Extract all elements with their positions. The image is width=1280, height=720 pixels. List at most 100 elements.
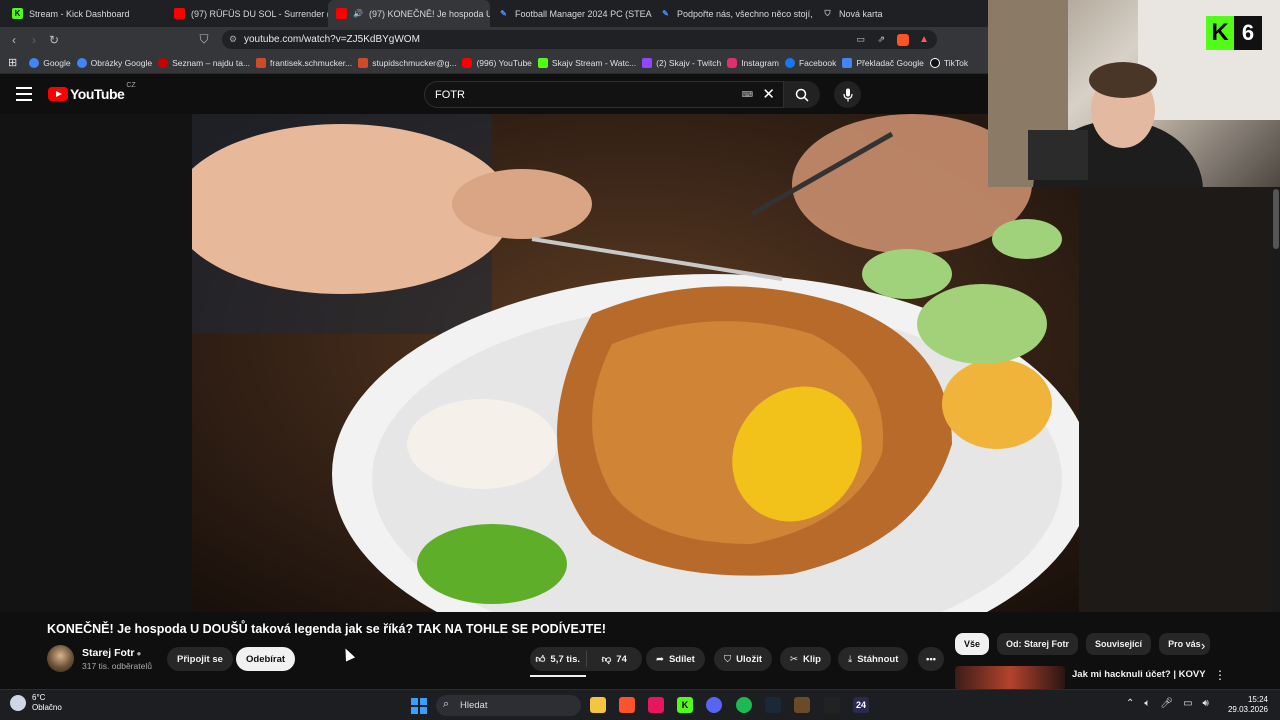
bookmark-tiktok[interactable]: TikTok xyxy=(929,57,968,68)
youtube-icon xyxy=(336,8,347,19)
steam-icon[interactable] xyxy=(765,697,781,713)
google-icon xyxy=(76,57,87,68)
discord-icon[interactable] xyxy=(706,697,722,713)
apps-grid-icon[interactable]: ⊞ xyxy=(8,56,17,69)
bookmark-label: Facebook xyxy=(798,57,837,68)
bookmark-label: Překladač Google xyxy=(856,57,924,68)
chip-all[interactable]: Vše xyxy=(955,633,990,655)
region-code: CZ xyxy=(126,82,136,89)
voice-search-button[interactable] xyxy=(834,81,861,108)
bookmark-google-images[interactable]: Obrázky Google xyxy=(76,57,152,68)
tab-kick-dashboard[interactable]: K Stream - Kick Dashboard xyxy=(4,0,166,27)
bookmark-translate[interactable]: Překladač Google xyxy=(842,57,924,68)
brave-rewards-icon[interactable]: ▲ xyxy=(919,34,929,45)
edit-icon: ✎ xyxy=(500,9,507,18)
twitch-icon xyxy=(642,57,653,68)
brave-browser-icon[interactable] xyxy=(619,697,635,713)
recommended-title[interactable]: Jak mi hacknuli účet? | KOVY xyxy=(1072,669,1206,680)
tab-konecne-hospoda[interactable]: 🔊 (97) KONEČNĚ! Je hospoda U ✕ xyxy=(328,0,490,27)
bookmark-instagram[interactable]: Instagram xyxy=(727,57,779,68)
page-background-left xyxy=(0,114,192,612)
page-scrollbar[interactable] xyxy=(1272,187,1280,612)
site-info-icon[interactable]: ⚙ xyxy=(229,34,237,45)
download-button[interactable]: ⤓ Stáhnout xyxy=(838,647,909,671)
video-frame-food-plate xyxy=(192,114,1079,612)
weather-widget[interactable]: 6°C Oblačno xyxy=(10,693,62,713)
network-icon[interactable]: ▭ xyxy=(1183,698,1192,709)
recommended-menu-icon[interactable]: ⋮ xyxy=(1214,668,1226,682)
tab-podporte-nas[interactable]: ✎ Podpořte nás, všechno něco stojí, děk xyxy=(652,0,814,27)
save-button[interactable]: ⛉ Uložit xyxy=(714,647,772,671)
video-title: KONEČNĚ! Je hospoda U DOUŠŮ taková legen… xyxy=(47,622,606,636)
bookmark-kick[interactable]: Skajv Stream - Watc... xyxy=(537,57,636,68)
tab-label: Football Manager 2024 PC (STEAM) xyxy=(515,8,652,19)
chip-related[interactable]: Související xyxy=(1086,633,1152,655)
youtube-logo[interactable]: YouTube CZ xyxy=(48,82,136,102)
bookmark-seznam[interactable]: Seznam – najdu ta... xyxy=(158,57,250,68)
chip-from-channel[interactable]: Od: Starej Fotr xyxy=(997,633,1079,655)
bookmark-label: Google xyxy=(43,57,71,68)
reload-icon[interactable]: ↻ xyxy=(44,33,64,47)
subscribe-button[interactable]: Odebírat xyxy=(236,647,296,671)
channel-avatar[interactable] xyxy=(47,645,74,672)
youtube-header: YouTube CZ FOTR ⌨ ✕ xyxy=(0,74,990,114)
menu-icon[interactable] xyxy=(16,87,32,105)
thumbs-up-icon: 👍︎ xyxy=(535,654,546,665)
cloud-icon xyxy=(10,695,26,711)
bookmark-gmail-1[interactable]: frantisek.schmucker... xyxy=(256,57,352,68)
microphone-icon[interactable]: 🎤︎ xyxy=(1160,698,1173,709)
system-clock[interactable]: 15:24 29.03.2026 xyxy=(1226,695,1268,715)
brave-shields-icon[interactable] xyxy=(897,33,909,46)
keyboard-icon[interactable]: ⌨ xyxy=(741,90,753,99)
video-player[interactable] xyxy=(192,114,1079,612)
gmail-icon xyxy=(256,57,267,68)
seznam-icon xyxy=(158,57,169,68)
tiktok-live-icon[interactable] xyxy=(648,697,664,713)
forward-icon[interactable]: › xyxy=(24,33,44,47)
bookmark-icon[interactable]: ⛉ xyxy=(194,32,214,47)
bookmark-facebook[interactable]: Facebook xyxy=(784,57,837,68)
tab-label: Nová karta xyxy=(839,8,883,19)
taskbar-search[interactable]: ⌕ Hledat xyxy=(436,695,581,716)
bookmark-google[interactable]: Google xyxy=(29,57,71,68)
clip-button[interactable]: ✂ Klip xyxy=(780,647,831,671)
windows-start-icon[interactable] xyxy=(411,698,427,714)
share-icon[interactable]: ⇗ xyxy=(877,34,885,45)
channel-name[interactable]: Starej Fotr ● xyxy=(82,647,141,659)
subscriber-count: 317 tis. odběratelů xyxy=(82,661,152,671)
obs-icon[interactable] xyxy=(824,697,840,713)
tab-football-manager[interactable]: ✎ Football Manager 2024 PC (STEAM) xyxy=(490,0,652,27)
clip-label: Klip xyxy=(802,653,821,665)
search-input[interactable]: FOTR ⌨ ✕ xyxy=(424,81,784,108)
dislike-button[interactable]: 👎︎ 74 xyxy=(587,653,643,666)
tab-rufus-du-sol[interactable]: (97) RÜFÜS DU SOL - Surrender (feat xyxy=(166,0,328,27)
bookmark-label: (996) YouTube xyxy=(476,57,532,68)
bookmark-gmail-2[interactable]: stupidschmucker@g... xyxy=(358,57,456,68)
kick-app-icon[interactable]: K xyxy=(677,697,693,713)
search-button[interactable] xyxy=(784,81,820,108)
url-bar[interactable]: ⚙ youtube.com/watch?v=ZJ5KdBYgWOM ▭ ⇗ ▲ xyxy=(222,30,937,49)
like-button[interactable]: 👍︎ 5,7 tis. xyxy=(530,653,586,666)
back-icon[interactable]: ‹ xyxy=(4,33,24,47)
cast-icon[interactable]: ▭ xyxy=(856,34,865,45)
spotify-icon[interactable] xyxy=(736,697,752,713)
volume-icon[interactable]: 🔊︎ xyxy=(1203,698,1209,709)
chevron-right-icon[interactable]: › xyxy=(1201,638,1205,653)
app-icon[interactable] xyxy=(794,697,810,713)
bookmark-youtube[interactable]: (996) YouTube xyxy=(462,57,532,68)
share-button[interactable]: ➦ Sdílet xyxy=(646,647,705,671)
chevron-up-icon[interactable]: ⌃ xyxy=(1126,698,1134,709)
tab-nova-karta[interactable]: ⛉ Nová karta xyxy=(814,0,976,27)
bookmark-twitch[interactable]: (2) Skajv - Twitch xyxy=(642,57,721,68)
download-label: Stáhnout xyxy=(857,653,899,665)
speaker-icon[interactable]: 🔈︎ xyxy=(1144,698,1150,709)
facebook-icon xyxy=(784,57,795,68)
recommended-thumbnail[interactable] xyxy=(955,666,1065,690)
kick-viewer-count: 6 xyxy=(1234,16,1262,50)
join-button[interactable]: Připojit se xyxy=(167,647,233,671)
clear-search-icon[interactable]: ✕ xyxy=(762,85,775,103)
file-explorer-icon[interactable] xyxy=(590,697,606,713)
more-actions-button[interactable]: ••• xyxy=(918,647,944,671)
football-manager-icon[interactable]: 24 xyxy=(853,697,869,713)
like-dislike-group: 👍︎ 5,7 tis. 👎︎ 74 xyxy=(530,647,642,671)
